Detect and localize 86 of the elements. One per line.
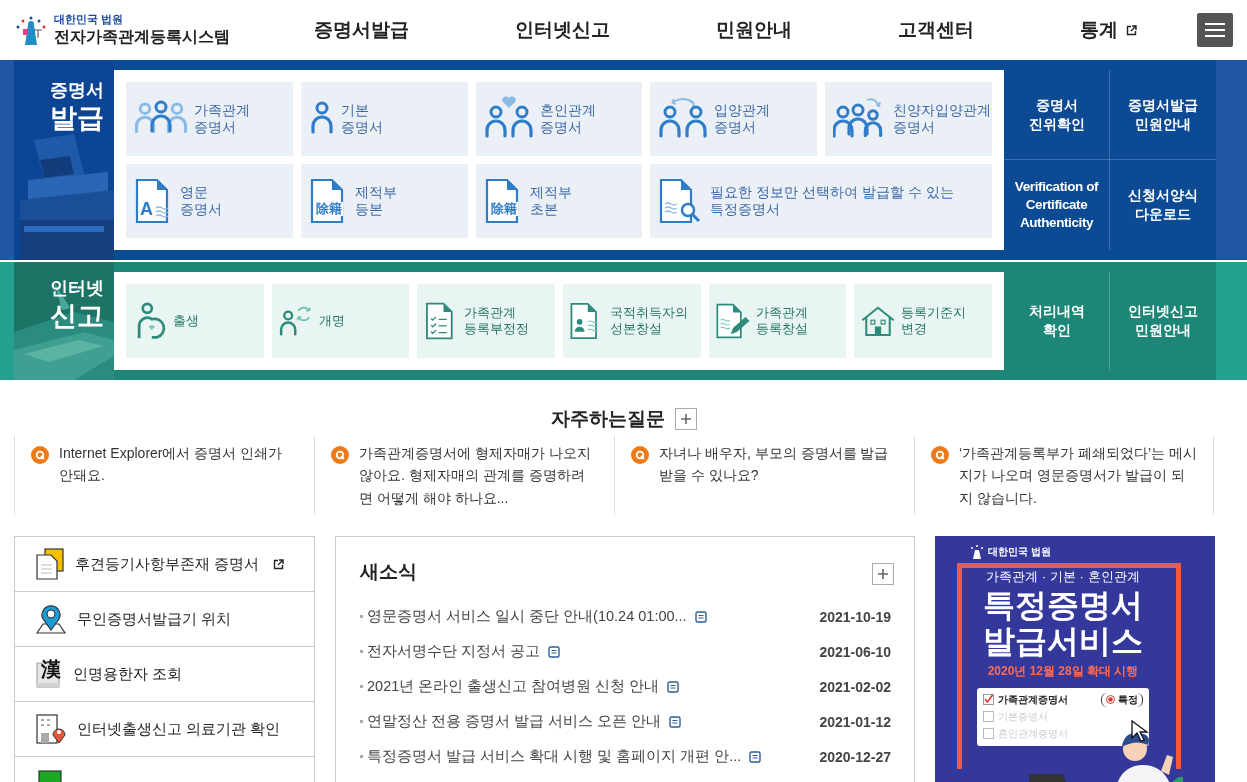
emblem-icon [969,544,985,560]
news-link[interactable]: 전자서명수단 지정서 공고 [367,642,820,661]
more-button[interactable] [674,408,697,430]
letter-label: A [140,198,153,221]
bullet-icon [360,720,363,723]
certificate-tile[interactable]: 가족관계 증명서 [126,82,293,156]
radio-icon [1106,695,1115,705]
news-link[interactable]: 2021년 온라인 출생신고 참여병원 신청 안내 [367,677,820,696]
hanja-label: 除籍 [314,202,343,217]
faq-item[interactable]: ‘가족관계등록부가 폐쇄되었다’는 메시지가 나오며 영문증명서가 발급이 되지 않습니다. [914,436,1214,516]
certificate-tile[interactable]: 除籍 제적부 등본 [300,164,468,238]
nav-link[interactable]: 고객센터 [898,17,974,43]
option-tag: 특정 [1101,692,1143,707]
side-link[interactable]: 처리내역 확인 [1004,272,1110,370]
faq-item[interactable]: Internet Explorer에서 증명서 인쇄가 안돼요. [14,436,314,516]
section-title: 발급 [50,102,104,135]
section-title: 신고 [50,300,104,333]
hanja-label: 漢 [41,659,61,679]
faq-item[interactable]: 자녀나 배우자, 부모의 증명서를 발급 받을 수 있나요? [614,436,914,516]
book-icon [35,659,63,689]
certificate-tile[interactable]: 기본 증명서 [300,82,468,156]
report-tile[interactable]: 국적취득자의 성본창설 [563,284,701,358]
report-tile[interactable]: 가족관계 등록부정정 [417,284,555,358]
documents-icon [35,548,65,580]
faq-title: 자주하는질문 [550,407,665,431]
bullet-icon [360,685,363,688]
news-date: 2021-01-12 [819,713,891,730]
banner-date: 2020년 12월 28일 확대 시행 [987,662,1139,680]
book-icon [35,769,65,782]
bullet-icon [360,615,363,618]
plus-icon [679,413,692,425]
menu-icon [1205,22,1225,38]
news-link[interactable]: 특정증명서 발급 서비스 확대 시행 및 홈페이지 개편 안... [367,747,820,766]
faq-item[interactable]: 가족관계증명서에 형제자매가 나오지 않아요. 형제자매의 관계를 증명하려면 어떻게 해야 하나요... [314,436,614,516]
bullet-icon [360,755,363,758]
certificate-tile[interactable]: 친양자입양관계 증명서 [825,82,992,156]
news-date: 2021-10-19 [819,608,891,625]
menu-button[interactable] [1197,13,1233,47]
question-icon [635,450,645,460]
side-link[interactable]: 신청서양식 다운로드 [1110,160,1216,250]
cursor-icon [1131,720,1149,742]
section-title: 인터넷 [50,277,104,300]
logo-org: 대한민국 법원 [54,12,125,27]
certificate-tile[interactable]: 혼인관계 증명서 [475,82,643,156]
certificate-tile[interactable]: A 영문 증명서 [126,164,293,238]
logo-title: 전자가족관계등록시스템 [54,27,230,47]
nav-link[interactable]: 인터넷신고 [515,17,610,43]
side-link[interactable]: 증명서발급 민원안내 [1110,70,1216,160]
certificate-tile[interactable]: 입양관계 증명서 [650,82,818,156]
banner-subtitle: 가족관계 · 기본 · 혼인관계 [986,568,1140,586]
side-link[interactable]: 인터넷신고 민원안내 [1110,272,1216,370]
news-date: 2021-06-10 [819,643,891,660]
question-icon [335,450,345,460]
quick-link[interactable]: 인터넷출생신고 의료기관 확인 [15,702,314,757]
quick-link[interactable]: 漢 인명용한자 조회 [15,647,314,702]
side-link[interactable]: Verification of Certificate Authenticity [1004,160,1110,250]
banner-headline: 특정증명서 발급서비스 [983,588,1143,660]
section-title: 증명서 [50,79,104,102]
plus-icon [877,568,889,580]
report-tile[interactable]: 개명 [271,284,410,358]
quick-link[interactable]: 후견등기사항부존재 증명서 [15,537,314,592]
report-tile[interactable]: 등록기준지 변경 [854,284,992,358]
map-pin-icon [35,603,67,635]
option-label: 가족관계증명서 [998,692,1068,707]
document-pen-icon [714,302,751,340]
bullet-icon [360,650,363,653]
quick-link[interactable]: 무인증명서발급기 위치 [15,592,314,647]
news-date: 2020-12-27 [819,748,891,765]
report-tile[interactable]: 출생 [126,284,264,358]
banner-org: 대한민국 법원 [988,545,1051,559]
news-date: 2021-02-02 [819,678,891,695]
report-tile[interactable]: 가족관계 등록창설 [708,284,847,358]
certificate-tile[interactable]: 필요한 정보만 선택하여 발급할 수 있는 특정증명서 [650,164,992,238]
nav-link[interactable]: 민원안내 [716,17,792,43]
hanja-label: 除籍 [489,202,518,217]
question-icon [35,450,45,460]
more-button[interactable] [872,563,894,585]
nav-link[interactable]: 증명서발급 [314,17,409,43]
question-icon [935,450,945,460]
side-link[interactable]: 증명서 진위확인 [1004,70,1110,160]
certificate-tile[interactable]: 除籍 제적부 초본 [475,164,643,238]
news-title: 새소식 [360,560,417,584]
news-link[interactable]: 영문증명서 서비스 일시 중단 안내(10.24 01:00... [367,607,820,626]
building-pin-icon [35,713,67,745]
news-link[interactable]: 연말정산 전용 증명서 발급 서비스 오픈 안내 [367,712,820,731]
nav-link[interactable]: 통계 [1080,17,1137,43]
